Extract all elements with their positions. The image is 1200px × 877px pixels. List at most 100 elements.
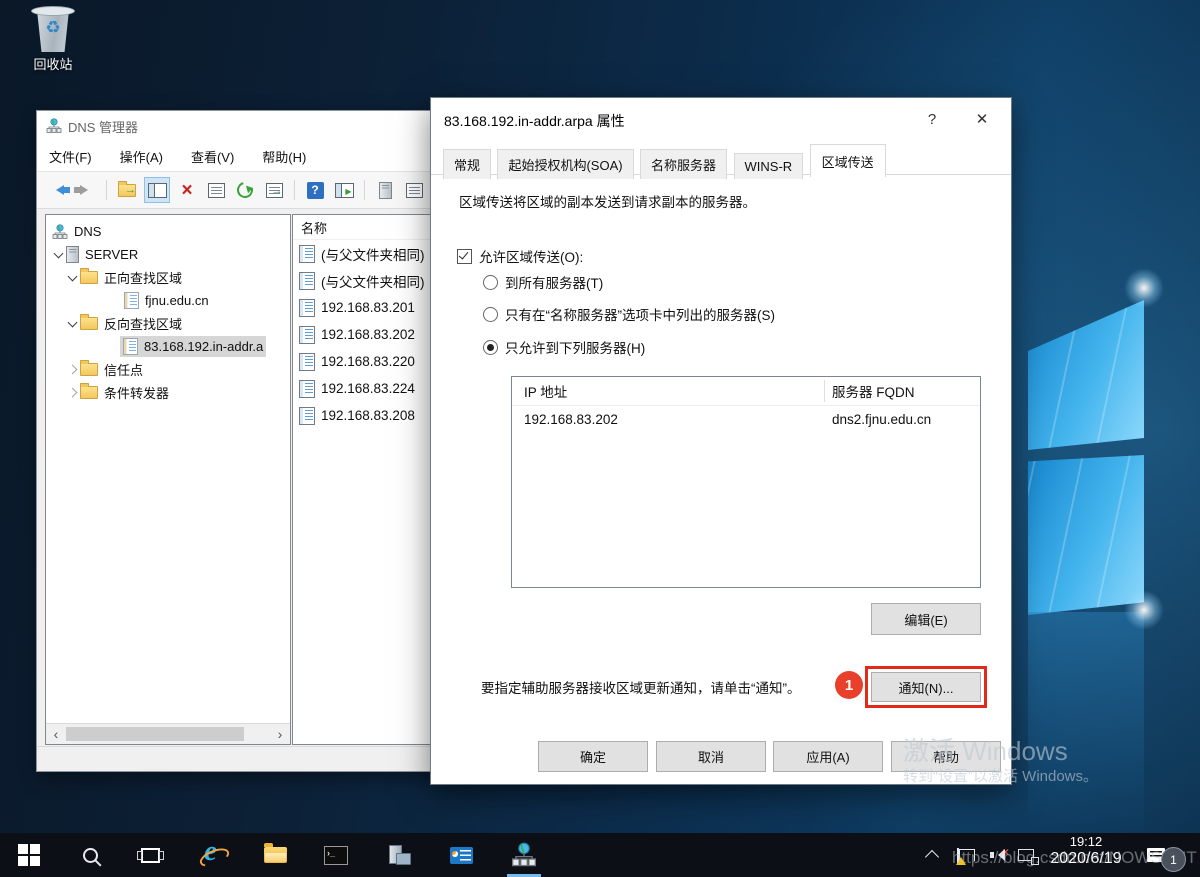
radio-to-any-server[interactable]: 到所有服务器(T) <box>483 272 603 292</box>
record-icon <box>299 245 315 263</box>
help-icon[interactable] <box>303 178 327 202</box>
tree-label: DNS <box>74 224 101 239</box>
ok-button[interactable]: 确定 <box>538 741 648 772</box>
internet-explorer-button[interactable] <box>189 833 237 877</box>
tree-item-reverse-zone-selected[interactable]: 83.168.192.in-addr.a <box>46 335 290 358</box>
dns-root-icon <box>52 224 68 240</box>
dialog-help-button[interactable]: ? <box>915 104 949 134</box>
radio-label: 只允许到下列服务器(H) <box>505 337 645 357</box>
chevron-expanded-icon[interactable] <box>64 322 80 326</box>
folder-icon <box>80 386 98 399</box>
menu-view[interactable]: 查看(V) <box>191 147 234 166</box>
scrollbar-thumb[interactable] <box>66 727 244 741</box>
record-label: 192.168.83.201 <box>321 300 415 315</box>
record-label: 192.168.83.202 <box>321 327 415 342</box>
chevron-collapsed-icon[interactable] <box>64 366 80 373</box>
tree-item-reverse-zones[interactable]: 反向查找区域 <box>46 312 290 335</box>
chevron-up-icon <box>925 850 939 864</box>
tree-item-trust-points[interactable]: 信任点 <box>46 358 290 381</box>
cancel-button[interactable]: 取消 <box>656 741 766 772</box>
close-icon[interactable]: ✕ <box>965 104 999 134</box>
scroll-left-icon[interactable]: ‹ <box>46 724 66 744</box>
allow-zone-transfer-checkbox[interactable]: 允许区域传送(O): <box>457 246 583 266</box>
dialog-tabs: 常规 起始授权机构(SOA) 名称服务器 WINS-R 区域传送 <box>431 146 1011 175</box>
wallpaper-glow-lower <box>1028 612 1144 832</box>
checkbox-label: 允许区域传送(O): <box>479 246 583 266</box>
record-icon <box>299 299 315 317</box>
notification-count-badge: 1 <box>1161 847 1186 872</box>
apply-button[interactable]: 应用(A) <box>773 741 883 772</box>
tab-wins-r[interactable]: WINS-R <box>734 153 804 179</box>
start-button[interactable] <box>5 833 53 877</box>
notify-button[interactable]: 通知(N)... <box>871 672 981 702</box>
computer-management-button[interactable] <box>437 833 485 877</box>
recycle-bin[interactable]: 回收站 <box>18 10 88 73</box>
toolbar-separator <box>364 180 365 200</box>
menu-action[interactable]: 操作(A) <box>120 147 163 166</box>
zone-properties-dialog: 83.168.192.in-addr.arpa 属性 ? ✕ 常规 起始授权机构… <box>430 97 1012 785</box>
tab-soa[interactable]: 起始授权机构(SOA) <box>497 149 633 179</box>
radio-selected-icon[interactable] <box>483 340 498 355</box>
file-explorer-button[interactable] <box>251 833 299 877</box>
tree-item-forward-zones[interactable]: 正向查找区域 <box>46 266 290 289</box>
properties-icon[interactable] <box>204 178 228 202</box>
tab-zone-transfers[interactable]: 区域传送 <box>810 144 886 177</box>
task-view-button[interactable] <box>126 833 174 877</box>
tree-item-conditional-forwarders[interactable]: 条件转发器 <box>46 381 290 404</box>
zone-icon <box>124 292 139 309</box>
search-button[interactable] <box>66 833 114 877</box>
export-list-icon[interactable] <box>262 178 286 202</box>
toolbar-separator <box>294 180 295 200</box>
recycle-bin-icon <box>35 10 71 52</box>
show-window-icon[interactable] <box>332 178 356 202</box>
record-label: 192.168.83.208 <box>321 408 415 423</box>
command-prompt-button[interactable] <box>312 833 360 877</box>
radio-name-servers-tab[interactable]: 只有在“名称服务器”选项卡中列出的服务器(S) <box>483 304 775 324</box>
column-header-label: 名称 <box>301 218 327 237</box>
forward-icon[interactable] <box>74 178 98 202</box>
chevron-collapsed-icon[interactable] <box>64 389 80 396</box>
tree-item-dns-root[interactable]: DNS <box>46 220 290 243</box>
internet-explorer-icon <box>199 841 227 869</box>
tree-item-fjnu-zone[interactable]: fjnu.edu.cn <box>46 289 290 312</box>
delete-icon[interactable]: × <box>175 178 199 202</box>
tree-item-server[interactable]: SERVER <box>46 243 290 266</box>
radio-label: 只有在“名称服务器”选项卡中列出的服务器(S) <box>505 304 775 324</box>
scroll-right-icon[interactable]: › <box>270 724 290 744</box>
allowed-servers-listbox[interactable]: IP 地址 服务器 FQDN 192.168.83.202 dns2.fjnu.… <box>511 376 981 588</box>
server-manager-button[interactable] <box>375 833 423 877</box>
menu-file[interactable]: 文件(F) <box>49 147 92 166</box>
radio-only-listed-servers[interactable]: 只允许到下列服务器(H) <box>483 337 645 357</box>
toolbar-separator <box>106 180 107 200</box>
tab-general[interactable]: 常规 <box>443 149 491 179</box>
dns-manager-icon <box>511 842 537 868</box>
task-view-icon <box>141 848 160 863</box>
folder-icon <box>80 271 98 284</box>
edit-button[interactable]: 编辑(E) <box>871 603 981 635</box>
show-console-tree-icon[interactable] <box>144 177 170 203</box>
file-explorer-icon <box>264 847 287 863</box>
tree-horizontal-scrollbar[interactable]: ‹ › <box>46 723 290 744</box>
tray-expand-button[interactable] <box>912 833 952 877</box>
back-icon[interactable] <box>45 178 69 202</box>
tab-name-servers[interactable]: 名称服务器 <box>640 149 727 179</box>
dialog-title: 83.168.192.in-addr.arpa 属性 <box>444 111 625 131</box>
menu-help[interactable]: 帮助(H) <box>262 147 306 166</box>
up-level-icon[interactable] <box>115 178 139 202</box>
radio-unselected-icon[interactable] <box>483 275 498 290</box>
chevron-expanded-icon[interactable] <box>64 276 80 280</box>
record-list-icon[interactable] <box>402 178 426 202</box>
radio-unselected-icon[interactable] <box>483 307 498 322</box>
tree-label: SERVER <box>85 247 138 262</box>
server-icon[interactable] <box>373 178 397 202</box>
selected-highlight: 83.168.192.in-addr.a <box>120 336 266 357</box>
server-row[interactable]: 192.168.83.202 dns2.fjnu.edu.cn <box>512 406 980 433</box>
chevron-expanded-icon[interactable] <box>50 253 66 257</box>
wallpaper-flare-top <box>1124 268 1164 308</box>
radio-label: 到所有服务器(T) <box>505 272 603 292</box>
dns-manager-taskbar-button[interactable] <box>500 833 548 877</box>
checkbox-checked-icon[interactable] <box>457 249 472 264</box>
refresh-icon[interactable] <box>233 178 257 202</box>
activation-watermark-line2: 转到“设置”以激活 Windows。 <box>903 765 1098 786</box>
record-label: (与父文件夹相同) <box>321 271 425 291</box>
